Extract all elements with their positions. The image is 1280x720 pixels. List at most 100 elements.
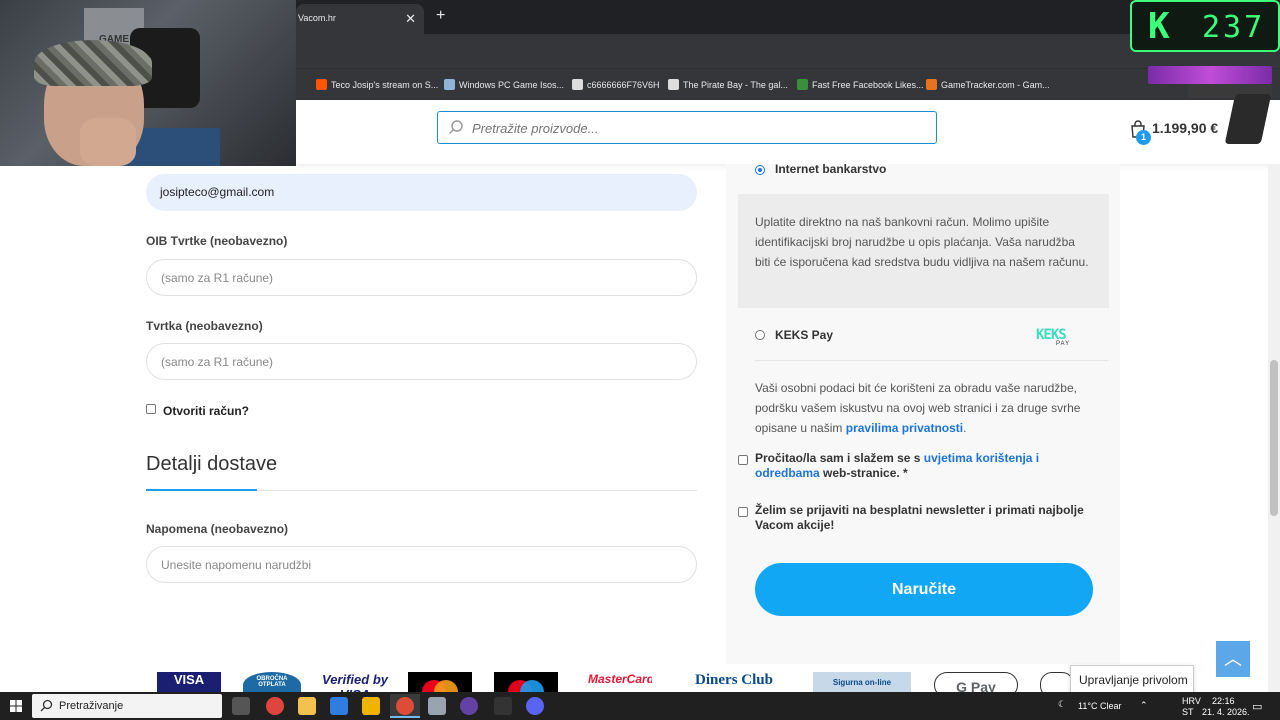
shipping-section-title: Detalji dostave bbox=[146, 453, 278, 475]
newsletter-checkbox[interactable] bbox=[738, 507, 748, 517]
bookmark-label: GameTracker.com - Gam... bbox=[941, 80, 1050, 90]
close-tab-icon[interactable]: ✕ bbox=[405, 11, 416, 27]
section-divider-accent bbox=[146, 489, 257, 491]
notifications-icon[interactable]: ▭ bbox=[1252, 700, 1262, 713]
webcam-hand bbox=[80, 118, 136, 166]
bank-transfer-description: Uplatite direktno na naš bankovni račun.… bbox=[738, 194, 1109, 308]
oib-input[interactable]: (samo za R1 račune) bbox=[146, 259, 697, 296]
taskbar-search-text: Pretraživanje bbox=[59, 700, 124, 712]
order-note-input[interactable]: Unesite napomenu narudžbi bbox=[146, 546, 697, 583]
bookmark-item[interactable]: Windows PC Game Isos... bbox=[444, 79, 564, 90]
site-header: 1 1.199,90 € bbox=[296, 100, 1280, 164]
app-window-icon[interactable] bbox=[428, 697, 446, 715]
game-controller-icon[interactable] bbox=[494, 697, 512, 715]
new-tab-icon[interactable]: + bbox=[436, 7, 445, 25]
company-label: Tvrtka (neobavezno) bbox=[146, 319, 263, 333]
maestro-circles-icon bbox=[508, 680, 544, 694]
counter-letter: K bbox=[1148, 6, 1170, 47]
pistol-slide bbox=[1148, 66, 1272, 84]
bank-transfer-radio[interactable] bbox=[755, 165, 765, 175]
page-scrollbar[interactable] bbox=[1268, 164, 1280, 692]
windows-taskbar: Pretraživanje ☾ 11°C Clear ⌃ HRV ST 22:1… bbox=[0, 692, 1280, 720]
stream-counter: K 237 bbox=[1130, 0, 1280, 52]
webcam-overlay: GAME bbox=[0, 0, 296, 166]
oib-label: OIB Tvrtke (neobavezno) bbox=[146, 234, 288, 248]
search-icon bbox=[40, 699, 53, 712]
section-divider bbox=[146, 489, 697, 491]
bookmark-item[interactable]: The Pirate Bay - The gal... bbox=[668, 79, 788, 90]
clock-time[interactable]: 22:16 bbox=[1212, 696, 1235, 706]
task-view-icon[interactable] bbox=[232, 697, 250, 715]
company-input[interactable]: (samo za R1 račune) bbox=[146, 343, 697, 380]
place-order-button[interactable]: Naručite bbox=[755, 563, 1093, 616]
diners-club-logo: Diners Club bbox=[695, 672, 773, 688]
bookmark-icon bbox=[444, 79, 455, 90]
bookmark-icon bbox=[668, 79, 679, 90]
apple-pay-logo bbox=[1040, 672, 1074, 694]
newsletter-label: Želim se prijaviti na besplatni newslett… bbox=[755, 503, 1084, 532]
product-search[interactable] bbox=[437, 111, 937, 144]
bookmark-item[interactable]: Teco Josip's stream on S... bbox=[316, 79, 438, 90]
search-icon bbox=[448, 120, 463, 135]
language-bottom[interactable]: ST bbox=[1182, 707, 1194, 717]
bookmark-label: c6666666F76V6H bbox=[587, 80, 660, 90]
order-note-label: Napomena (neobavezno) bbox=[146, 522, 289, 536]
clock-date[interactable]: 21. 4. 2026. bbox=[1202, 707, 1250, 717]
privacy-notice: Vaši osobni podaci bit će korišteni za o… bbox=[755, 378, 1100, 438]
keks-pay-logo: KEKS PAY bbox=[1036, 326, 1092, 350]
obs-icon[interactable] bbox=[460, 697, 478, 715]
windows-start-icon[interactable] bbox=[10, 700, 22, 712]
calendar-icon[interactable] bbox=[362, 697, 380, 715]
create-account-label: Otvoriti račun? bbox=[163, 404, 250, 418]
mastercard-logo bbox=[408, 672, 472, 694]
scrollbar-thumb[interactable] bbox=[1270, 360, 1278, 516]
discord-icon[interactable] bbox=[526, 697, 544, 715]
weather-icon[interactable]: ☾ bbox=[1058, 699, 1066, 710]
terms-suffix: web-stranice. * bbox=[819, 466, 908, 480]
pistol-grip bbox=[1224, 94, 1272, 144]
bank-transfer-label: Internet bankarstvo bbox=[775, 162, 887, 176]
bookmark-icon bbox=[926, 79, 937, 90]
counter-value: 237 bbox=[1202, 10, 1266, 45]
tray-expand-icon[interactable]: ⌃ bbox=[1140, 700, 1148, 711]
bookmark-label: Fast Free Facebook Likes... bbox=[812, 80, 924, 90]
verified-by-visa-logo: Verified by VISA bbox=[322, 672, 388, 694]
chevron-up-icon: ︿ bbox=[1224, 649, 1242, 669]
mail-icon[interactable] bbox=[330, 697, 348, 715]
bookmark-icon bbox=[797, 79, 808, 90]
payment-divider bbox=[755, 360, 1108, 361]
terms-text: Pročitao/la sam i slažem se s bbox=[755, 451, 924, 465]
privacy-end: . bbox=[963, 421, 967, 435]
installments-logo: OBROČNA OTPLATA bbox=[243, 672, 301, 694]
create-account-checkbox[interactable] bbox=[146, 404, 156, 414]
keks-pay-radio[interactable] bbox=[755, 330, 765, 340]
keks-pay-label: KEKS Pay bbox=[775, 328, 834, 342]
privacy-policy-link[interactable]: pravilima privatnosti bbox=[846, 421, 963, 435]
email-field[interactable]: josipteco@gmail.com bbox=[146, 174, 697, 211]
mastercard-circles-icon bbox=[422, 680, 458, 694]
weather-text[interactable]: 11°C Clear bbox=[1078, 701, 1121, 711]
bookmark-icon bbox=[316, 79, 327, 90]
bookmark-item[interactable]: GameTracker.com - Gam... bbox=[926, 79, 1050, 90]
chrome-icon[interactable] bbox=[396, 697, 414, 715]
mastercard-text-logo: MasterCard. bbox=[588, 672, 652, 686]
consent-management-popup[interactable]: Upravljanje privolom bbox=[1070, 665, 1194, 693]
google-pay-logo: G Pay bbox=[934, 672, 1018, 694]
language-top[interactable]: HRV bbox=[1182, 696, 1201, 706]
taskbar-search[interactable]: Pretraživanje bbox=[32, 694, 222, 718]
webcam-cap bbox=[34, 40, 152, 86]
file-explorer-icon[interactable] bbox=[298, 697, 316, 715]
keks-logo-subtext: PAY bbox=[1056, 341, 1071, 347]
browser-tab-active[interactable]: Vacom.hr ✕ bbox=[296, 4, 424, 34]
terms-checkbox[interactable] bbox=[738, 455, 748, 465]
pistol-overlay-image bbox=[1148, 64, 1272, 144]
search-input[interactable] bbox=[472, 118, 912, 138]
visa-logo: VISA bbox=[157, 672, 221, 694]
browser-tab-title: Vacom.hr bbox=[298, 13, 336, 23]
bookmark-item[interactable]: Fast Free Facebook Likes... bbox=[797, 79, 924, 90]
bookmark-label: Teco Josip's stream on S... bbox=[331, 80, 439, 90]
bookmark-item[interactable]: c6666666F76V6H bbox=[572, 79, 660, 90]
opera-icon[interactable] bbox=[266, 697, 284, 715]
bookmark-label: Windows PC Game Isos... bbox=[459, 80, 565, 90]
bookmark-icon bbox=[572, 79, 583, 90]
